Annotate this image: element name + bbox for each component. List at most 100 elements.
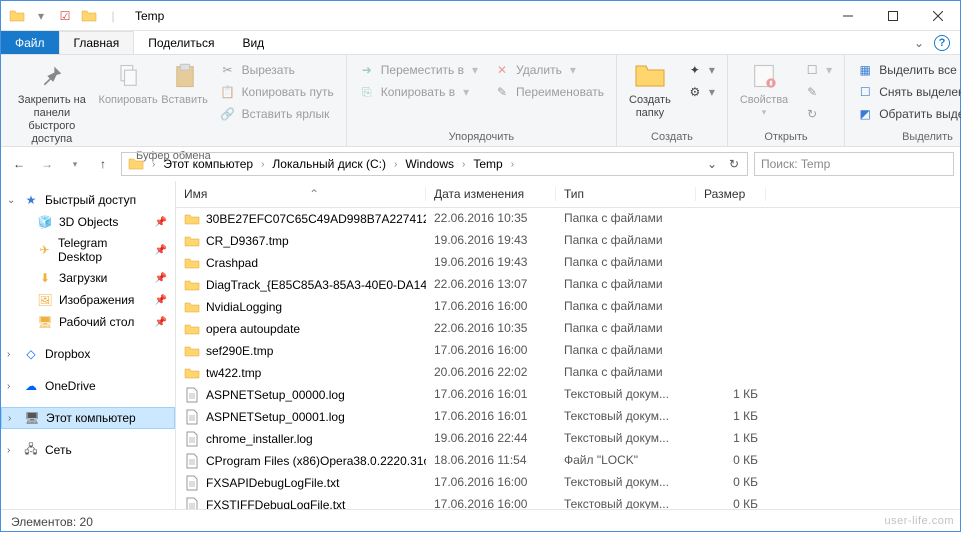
cell-name: 30BE27EFC07C65C49AD998B7A227412F-S...: [176, 210, 426, 228]
table-row[interactable]: chrome_installer.log19.06.2016 22:44Текс…: [176, 428, 960, 450]
moveto-button[interactable]: ➜Переместить в▾: [355, 60, 482, 80]
pin-button[interactable]: Закрепить на панели быстрого доступа: [7, 58, 97, 148]
cell-size: [696, 254, 766, 272]
copy-button[interactable]: Копировать: [101, 58, 156, 148]
breadcrumb-seg[interactable]: Windows: [401, 157, 458, 171]
cell-size: 0 КБ: [696, 496, 766, 509]
maximize-button[interactable]: [870, 1, 915, 31]
cell-date: 17.06.2016 16:00: [426, 496, 556, 509]
sidebar-item[interactable]: 🖼Изображения📌: [1, 289, 175, 311]
addr-dropdown-icon[interactable]: ⌄: [701, 157, 723, 171]
sidebar-item[interactable]: 🧊3D Objects📌: [1, 211, 175, 233]
pin-icon: 📌: [155, 273, 167, 284]
open-button[interactable]: ☐▾: [800, 60, 836, 80]
table-row[interactable]: CR_D9367.tmp19.06.2016 19:43Папка с файл…: [176, 230, 960, 252]
copypath-icon: 📋: [220, 84, 236, 100]
rename-button[interactable]: ✎Переименовать: [490, 82, 608, 102]
sidebar-item[interactable]: 🖥Рабочий стол📌: [1, 311, 175, 333]
back-button[interactable]: ←: [7, 152, 31, 176]
navbar: ← → ▾ ↑ › Этот компьютер › Локальный дис…: [1, 147, 960, 181]
selectnone-button[interactable]: ☐Снять выделение: [853, 82, 961, 102]
column-headers: Имя⌃ Дата изменения Тип Размер: [176, 181, 960, 208]
table-row[interactable]: sef290E.tmp17.06.2016 16:00Папка с файла…: [176, 340, 960, 362]
newfolder-button[interactable]: Создать папку: [623, 58, 677, 129]
cut-button[interactable]: ✂Вырезать: [216, 60, 338, 80]
tree-thispc[interactable]: ›🖥Этот компьютер: [1, 407, 175, 429]
cell-type: Текстовый докум...: [556, 386, 696, 404]
cell-size: [696, 210, 766, 228]
window-title: Temp: [135, 9, 164, 23]
help-icon[interactable]: ?: [934, 35, 950, 51]
paste-button[interactable]: Вставить: [160, 58, 210, 148]
qat: ▾ ☑ |: [1, 6, 129, 26]
table-row[interactable]: ASPNETSetup_00000.log17.06.2016 16:01Тек…: [176, 384, 960, 406]
qat-check-icon[interactable]: ☑: [55, 6, 75, 26]
breadcrumb-seg[interactable]: Этот компьютер: [159, 157, 257, 171]
table-row[interactable]: CProgram Files (x86)Opera38.0.2220.31op.…: [176, 450, 960, 472]
chevron-right-icon[interactable]: ›: [259, 159, 266, 170]
col-date[interactable]: Дата изменения: [426, 187, 556, 201]
breadcrumb-seg[interactable]: Локальный диск (C:): [268, 157, 390, 171]
chevron-right-icon[interactable]: ›: [509, 159, 516, 170]
delete-button[interactable]: ✕Удалить▾: [490, 60, 608, 80]
newitem-button[interactable]: ✦▾: [683, 60, 719, 80]
main: ⌄★Быстрый доступ 🧊3D Objects📌✈Telegram D…: [1, 181, 960, 509]
table-row[interactable]: Crashpad19.06.2016 19:43Папка с файлами: [176, 252, 960, 274]
table-row[interactable]: opera autoupdate22.06.2016 10:35Папка с …: [176, 318, 960, 340]
table-row[interactable]: FXSTIFFDebugLogFile.txt17.06.2016 16:00Т…: [176, 494, 960, 509]
edit-button[interactable]: ✎: [800, 82, 836, 102]
chevron-right-icon[interactable]: ›: [392, 159, 399, 170]
properties-button[interactable]: Свойства ▾: [734, 58, 794, 129]
sidebar-item[interactable]: ✈Telegram Desktop📌: [1, 233, 175, 267]
forward-button[interactable]: →: [35, 152, 59, 176]
table-row[interactable]: tw422.tmp20.06.2016 22:02Папка с файлами: [176, 362, 960, 384]
col-size[interactable]: Размер: [696, 187, 766, 201]
col-name[interactable]: Имя⌃: [176, 187, 426, 201]
pasteshortcut-button[interactable]: 🔗Вставить ярлык: [216, 104, 338, 124]
chevron-right-icon[interactable]: ›: [7, 381, 17, 392]
col-type[interactable]: Тип: [556, 187, 696, 201]
minimize-button[interactable]: [825, 1, 870, 31]
cell-size: [696, 276, 766, 294]
tree-dropbox[interactable]: ›◇Dropbox: [1, 343, 175, 365]
tree-quickaccess[interactable]: ⌄★Быстрый доступ: [1, 189, 175, 211]
history-icon: ↻: [804, 106, 820, 122]
table-row[interactable]: ASPNETSetup_00001.log17.06.2016 16:01Тек…: [176, 406, 960, 428]
address-bar[interactable]: › Этот компьютер › Локальный диск (C:) ›…: [121, 152, 748, 176]
refresh-button[interactable]: ↻: [723, 157, 745, 171]
chevron-right-icon[interactable]: ›: [7, 349, 17, 360]
breadcrumb-seg[interactable]: Temp: [469, 157, 506, 171]
table-row[interactable]: NvidiaLogging17.06.2016 16:00Папка с фай…: [176, 296, 960, 318]
copyto-button[interactable]: ⎘Копировать в▾: [355, 82, 482, 102]
edit-icon: ✎: [804, 84, 820, 100]
qat-down-icon[interactable]: ▾: [31, 6, 51, 26]
table-row[interactable]: DiagTrack_{E85C85A3-85A3-40E0-DA14-...22…: [176, 274, 960, 296]
tab-view[interactable]: Вид: [228, 31, 278, 54]
easyaccess-button[interactable]: ⚙▾: [683, 82, 719, 102]
copypath-button[interactable]: 📋Копировать путь: [216, 82, 338, 102]
table-row[interactable]: FXSAPIDebugLogFile.txt17.06.2016 16:00Те…: [176, 472, 960, 494]
chevron-right-icon[interactable]: ›: [7, 445, 17, 456]
chevron-right-icon[interactable]: ›: [460, 159, 467, 170]
selectall-button[interactable]: ▦Выделить все: [853, 60, 961, 80]
chevron-down-icon[interactable]: ⌄: [7, 195, 17, 206]
tab-file[interactable]: Файл: [1, 31, 59, 54]
cell-type: Папка с файлами: [556, 364, 696, 382]
recent-button[interactable]: ▾: [63, 152, 87, 176]
sidebar-item[interactable]: ⬇Загрузки📌: [1, 267, 175, 289]
tab-home[interactable]: Главная: [59, 31, 135, 54]
search-input[interactable]: Поиск: Temp: [754, 152, 954, 176]
close-button[interactable]: [915, 1, 960, 31]
tab-share[interactable]: Поделиться: [134, 31, 228, 54]
invert-button[interactable]: ◩Обратить выделение: [853, 104, 961, 124]
ribbon-expand-icon[interactable]: ⌄: [914, 36, 924, 50]
up-button[interactable]: ↑: [91, 152, 115, 176]
chevron-right-icon[interactable]: ›: [8, 413, 18, 424]
tree-onedrive[interactable]: ›☁OneDrive: [1, 375, 175, 397]
chevron-right-icon[interactable]: ›: [150, 159, 157, 170]
cell-type: Текстовый докум...: [556, 408, 696, 426]
tree-network[interactable]: ›🖧Сеть: [1, 439, 175, 461]
cell-size: 0 КБ: [696, 452, 766, 470]
history-button[interactable]: ↻: [800, 104, 836, 124]
table-row[interactable]: 30BE27EFC07C65C49AD998B7A227412F-S...22.…: [176, 208, 960, 230]
